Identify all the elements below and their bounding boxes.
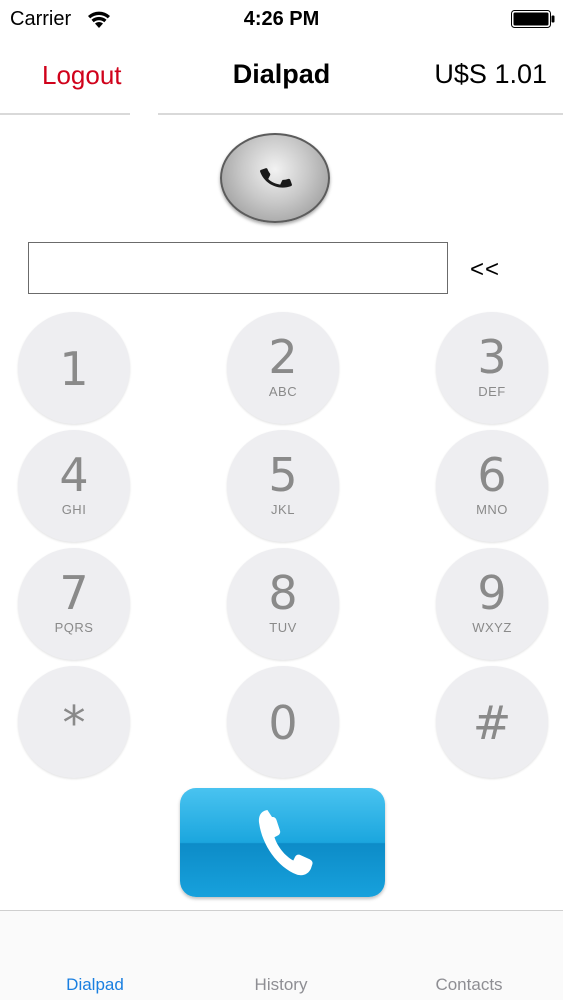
key-letters: JKL: [271, 502, 295, 517]
tab-contacts[interactable]: Contacts: [424, 975, 514, 995]
key-digit: 9: [477, 566, 507, 620]
key-7[interactable]: 7 PQRS: [18, 548, 130, 660]
phone-number-input[interactable]: [28, 242, 448, 294]
backspace-button[interactable]: <<: [470, 256, 500, 284]
key-4[interactable]: 4 GHI: [18, 430, 130, 542]
key-8[interactable]: 8 TUV: [227, 548, 339, 660]
key-3[interactable]: 3 DEF: [436, 312, 548, 424]
key-2[interactable]: 2 ABC: [227, 312, 339, 424]
balance-label: U$S 1.01: [434, 59, 547, 89]
key-letters: GHI: [61, 502, 87, 517]
dialpad-screen: Carrier 4:26 PM Logout Dialpad U$S 1.01: [0, 0, 563, 1000]
key-digit: 6: [477, 448, 507, 502]
key-letters: PQRS: [54, 620, 94, 635]
tab-history[interactable]: History: [246, 975, 316, 995]
key-digit: 1: [59, 342, 89, 396]
key-digit: 8: [268, 566, 298, 620]
nav-divider: [0, 113, 563, 115]
key-digit: 2: [268, 330, 298, 384]
call-button[interactable]: [180, 788, 385, 897]
key-digit: *: [62, 696, 86, 750]
key-digit: 0: [268, 696, 298, 750]
key-letters: TUV: [269, 620, 297, 635]
key-digit: 7: [59, 566, 89, 620]
key-star[interactable]: *: [18, 666, 130, 778]
key-1[interactable]: 1: [18, 312, 130, 424]
status-time: 4:26 PM: [243, 8, 320, 30]
key-letters: MNO: [476, 502, 508, 517]
nav-divider-gap: [130, 112, 158, 116]
tab-dialpad[interactable]: Dialpad: [60, 975, 130, 995]
phone-icon: [258, 810, 313, 876]
battery-icon: [511, 10, 555, 28]
key-digit: #: [472, 696, 512, 750]
key-letters: WXYZ: [472, 620, 512, 635]
key-letters: DEF: [478, 384, 506, 399]
key-0[interactable]: 0: [227, 666, 339, 778]
key-9[interactable]: 9 WXYZ: [436, 548, 548, 660]
status-bar: Carrier 4:26 PM: [0, 0, 563, 40]
call-button-small[interactable]: [220, 133, 330, 223]
key-digit: 3: [477, 330, 507, 384]
key-6[interactable]: 6 MNO: [436, 430, 548, 542]
key-digit: 4: [59, 448, 89, 502]
key-digit: 5: [268, 448, 298, 502]
key-5[interactable]: 5 JKL: [227, 430, 339, 542]
navigation-bar: Logout Dialpad U$S 1.01: [0, 40, 563, 114]
key-hash[interactable]: #: [436, 666, 548, 778]
key-letters: ABC: [268, 384, 298, 399]
phone-icon: [260, 168, 292, 188]
tab-bar: Dialpad History Contacts: [0, 910, 563, 1000]
